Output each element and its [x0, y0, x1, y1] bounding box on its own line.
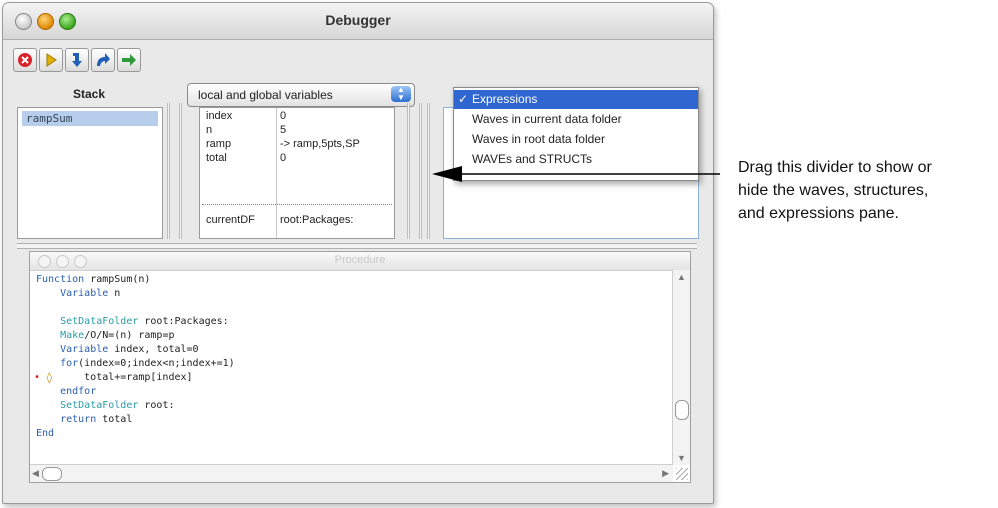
variable-name: currentDF [206, 214, 255, 226]
stack-list[interactable]: rampSum [17, 107, 163, 239]
code-line[interactable]: return total [36, 414, 132, 425]
resize-grip-icon[interactable] [676, 468, 688, 480]
variable-value: -> ramp,5pts,SP [280, 138, 360, 150]
go-icon [46, 53, 57, 67]
step-into-button[interactable] [65, 48, 89, 72]
program-counter-icon: ◊ [46, 371, 53, 384]
popup-arrows-icon: ▲ ▼ [391, 86, 411, 102]
step-out-button[interactable] [117, 48, 141, 72]
breakpoint-icon[interactable]: • [34, 372, 40, 383]
scroll-up-icon[interactable]: ▲ [677, 272, 686, 282]
expressions-pane-divider[interactable] [419, 103, 422, 239]
pane-contents-menu[interactable]: ✓ Expressions Waves in current data fold… [453, 87, 699, 181]
variable-row[interactable]: index 0 [200, 110, 394, 124]
menu-item-waves-structs[interactable]: WAVEs and STRUCTs [454, 150, 698, 169]
variable-row[interactable]: n 5 [200, 124, 394, 138]
variables-scope-popup[interactable]: local and global variables ▲ ▼ [187, 83, 415, 107]
scroll-left-icon[interactable]: ◀ [32, 468, 39, 479]
procedure-window[interactable]: Procedure Function rampSum(n) Variable n… [29, 251, 691, 483]
menu-item-label: Expressions [472, 92, 538, 106]
variable-value: 5 [280, 124, 287, 136]
variable-row[interactable]: currentDF root:Packages: [200, 214, 394, 228]
popup-value: local and global variables [198, 88, 333, 102]
stack-item-rampsum[interactable]: rampSum [22, 111, 158, 126]
annotation-line: and expressions pane. [738, 205, 899, 222]
step-over-button[interactable] [91, 48, 115, 72]
variable-value: 0 [280, 110, 287, 122]
stop-button[interactable] [13, 48, 37, 72]
code-line[interactable]: SetDataFolder root: [36, 400, 174, 411]
code-line[interactable]: Variable n [36, 288, 120, 299]
stack-divider-inner [179, 103, 182, 239]
horizontal-scrollbar[interactable]: ◀ ▶ [30, 464, 673, 482]
stack-divider[interactable] [167, 103, 170, 239]
code-line[interactable]: Function rampSum(n) [36, 274, 150, 285]
procedure-title: Procedure [334, 254, 386, 266]
window-title: Debugger [325, 12, 391, 28]
step-over-icon [97, 53, 110, 66]
scroll-right-icon[interactable]: ▶ [662, 468, 669, 479]
scroll-down-icon[interactable]: ▼ [677, 453, 686, 463]
checkmark-icon: ✓ [458, 92, 469, 106]
variable-name: total [206, 152, 227, 164]
go-button[interactable] [39, 48, 63, 72]
vertical-scrollbar[interactable]: ▲ ▼ [672, 270, 690, 465]
step-into-icon [72, 53, 82, 67]
variable-name: n [206, 124, 213, 136]
variable-value: 0 [280, 152, 287, 164]
menu-item-label: Waves in root data folder [472, 132, 605, 146]
variable-name: ramp [206, 138, 232, 150]
variable-name: index [206, 110, 233, 122]
code-line[interactable]: SetDataFolder root:Packages: [36, 316, 229, 327]
procedure-title-bar[interactable]: Procedure [30, 252, 690, 271]
expressions-pane-divider-inner[interactable] [427, 103, 430, 239]
code-line[interactable]: for(index=0;index<n;index+=1) [36, 358, 235, 369]
code-line-current[interactable]: total+=ramp[index] [36, 372, 192, 383]
variable-value: root:Packages: [280, 214, 354, 226]
code-line[interactable]: End [36, 428, 54, 439]
menu-item-expressions[interactable]: ✓ Expressions [454, 90, 698, 109]
horizontal-divider[interactable] [17, 243, 697, 249]
title-bar[interactable]: Debugger [3, 3, 713, 40]
annotation-line: Drag this divider to show or [738, 159, 932, 176]
globals-separator [202, 204, 392, 205]
code-line[interactable]: Make/O/N=(n) ramp=p [36, 330, 174, 341]
variables-table[interactable]: index 0 n 5 ramp -> ramp,5pts,SP total 0… [199, 107, 395, 239]
stop-icon [18, 53, 32, 67]
stack-header: Stack [73, 87, 106, 101]
menu-item-waves-root[interactable]: Waves in root data folder [454, 130, 698, 149]
code-line[interactable]: Variable index, total=0 [36, 344, 198, 355]
annotation-line: hide the waves, structures, [738, 182, 929, 199]
menu-item-label: Waves in current data folder [472, 112, 622, 126]
debugger-window: Debugger Stack rampSum local and global … [2, 2, 714, 504]
variables-scrollbar-edge [407, 103, 410, 239]
horizontal-scroll-thumb[interactable] [42, 467, 62, 481]
step-out-icon [122, 54, 136, 66]
code-line[interactable]: endfor [36, 386, 96, 397]
variable-row[interactable]: total 0 [200, 152, 394, 166]
menu-item-waves-current[interactable]: Waves in current data folder [454, 110, 698, 129]
vertical-scroll-thumb[interactable] [675, 400, 689, 420]
variable-row[interactable]: ramp -> ramp,5pts,SP [200, 138, 394, 152]
annotation-text: Drag this divider to show or hide the wa… [738, 156, 996, 225]
menu-item-label: WAVEs and STRUCTs [472, 152, 593, 166]
